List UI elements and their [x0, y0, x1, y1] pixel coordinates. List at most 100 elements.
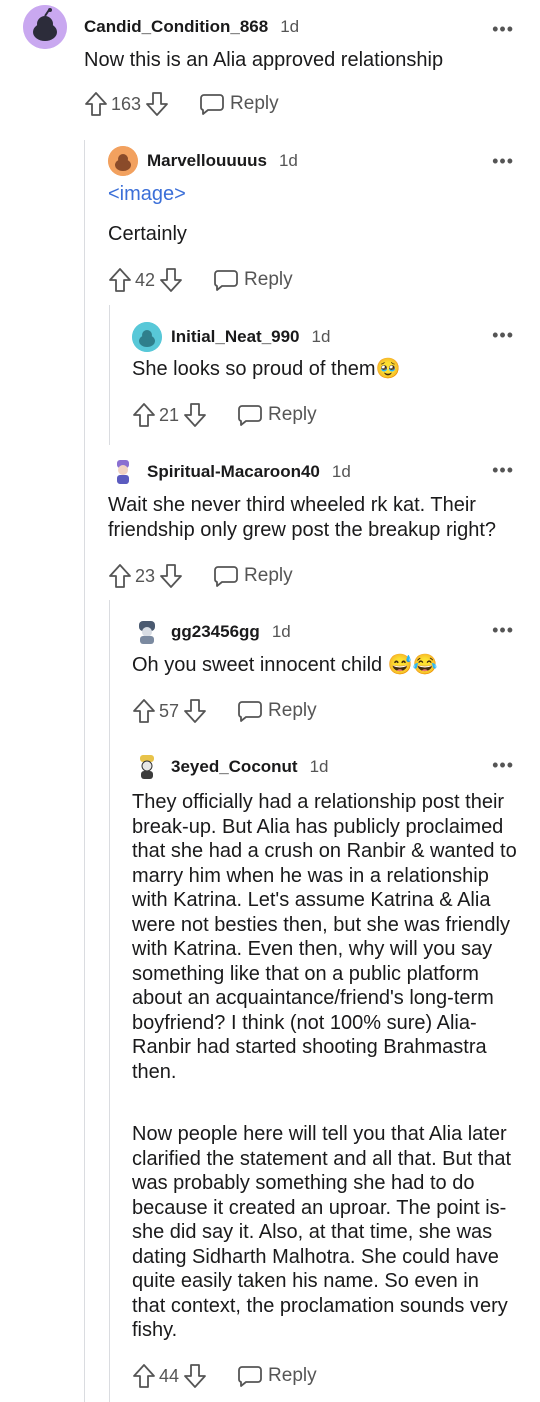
reply-bubble-icon	[238, 701, 262, 722]
avatar[interactable]	[23, 5, 67, 49]
reply-button[interactable]: Reply	[199, 92, 279, 116]
downvote-button[interactable]	[159, 563, 183, 589]
comment-header: Candid_Condition_868 1d	[23, 5, 300, 49]
timestamp: 1d	[311, 327, 331, 346]
avatar[interactable]	[132, 752, 162, 782]
reply-bubble-icon	[238, 1366, 262, 1387]
thread-line	[109, 305, 110, 445]
username[interactable]: Initial_Neat_990	[171, 327, 300, 347]
username[interactable]: Candid_Condition_868	[84, 17, 268, 37]
image-link[interactable]: <image>	[108, 183, 186, 206]
username[interactable]: Spiritual-Macaroon40	[147, 462, 320, 482]
comment-actions: 57 Reply	[132, 696, 317, 726]
avatar[interactable]	[132, 322, 162, 352]
downvote-arrow-icon	[160, 268, 182, 292]
vote-count: 57	[159, 700, 180, 721]
comment-text: She looks so proud of them🥹	[132, 358, 401, 380]
downvote-button[interactable]	[183, 402, 207, 428]
downvote-button[interactable]	[183, 1363, 207, 1389]
avatar[interactable]	[108, 146, 138, 176]
reply-bubble-icon	[214, 566, 238, 587]
avatar[interactable]	[108, 457, 138, 487]
reply-label: Reply	[268, 404, 317, 425]
upvote-arrow-icon	[133, 699, 155, 723]
downvote-arrow-icon	[184, 403, 206, 427]
comment-text: Wait she never third wheeled rk kat. The…	[108, 494, 497, 541]
upvote-button[interactable]	[132, 1363, 156, 1389]
reply-button[interactable]: Reply	[237, 699, 317, 723]
comment-header: gg23456gg 1d	[132, 617, 291, 647]
more-options-icon[interactable]: •••	[492, 621, 514, 639]
downvote-button[interactable]	[159, 267, 183, 293]
reply-button[interactable]: Reply	[213, 564, 293, 588]
upvote-arrow-icon	[133, 403, 155, 427]
upvote-arrow-icon	[85, 92, 107, 116]
downvote-arrow-icon	[184, 1364, 206, 1388]
snoo-avatar-icon	[132, 322, 162, 352]
upvote-button[interactable]	[132, 402, 156, 428]
upvote-arrow-icon	[109, 268, 131, 292]
comment-paragraph: Now people here will tell you that Alia …	[132, 1123, 512, 1341]
comment-text: Certainly	[108, 223, 187, 245]
username[interactable]: Marvellouuuus	[147, 151, 267, 171]
timestamp: 1d	[309, 757, 329, 776]
vote-count: 163	[111, 93, 142, 114]
upvote-button[interactable]	[108, 563, 132, 589]
timestamp: 1d	[278, 151, 298, 170]
downvote-arrow-icon	[184, 699, 206, 723]
more-options-icon[interactable]: •••	[492, 756, 514, 774]
custom-avatar-icon	[117, 460, 129, 484]
timestamp: 1d	[331, 462, 351, 481]
comment-actions: 42 Reply	[108, 265, 293, 295]
reply-label: Reply	[268, 700, 317, 721]
upvote-arrow-icon	[109, 564, 131, 588]
comment-actions: 21 Reply	[132, 400, 317, 430]
thread-line	[109, 600, 110, 1402]
downvote-arrow-icon	[160, 564, 182, 588]
reply-button[interactable]: Reply	[237, 403, 317, 427]
avatar[interactable]	[132, 617, 162, 647]
timestamp: 1d	[271, 622, 291, 641]
vote-count: 23	[135, 565, 156, 586]
downvote-button[interactable]	[145, 91, 169, 117]
comment-actions: 163 Reply	[84, 89, 279, 119]
username[interactable]: 3eyed_Coconut	[171, 757, 298, 777]
reply-bubble-icon	[238, 405, 262, 426]
comment-actions: 23 Reply	[108, 561, 293, 591]
snoo-avatar-icon	[23, 5, 67, 49]
vote-count: 21	[159, 404, 180, 425]
custom-avatar-icon	[140, 755, 154, 779]
reply-button[interactable]: Reply	[237, 1364, 317, 1388]
downvote-button[interactable]	[183, 698, 207, 724]
upvote-button[interactable]	[108, 267, 132, 293]
comment-text: Oh you sweet innocent child 😅😂	[132, 654, 438, 676]
vote-count: 42	[135, 269, 156, 290]
username[interactable]: gg23456gg	[171, 622, 260, 642]
more-options-icon[interactable]: •••	[492, 326, 514, 344]
comment-header: Initial_Neat_990 1d	[132, 322, 330, 352]
comment-header: Marvellouuuus 1d	[108, 146, 298, 176]
comment-header: 3eyed_Coconut 1d	[132, 752, 329, 782]
reply-label: Reply	[244, 565, 293, 586]
upvote-button[interactable]	[84, 91, 108, 117]
timestamp: 1d	[280, 17, 300, 36]
snoo-avatar-icon	[108, 146, 138, 176]
more-options-icon[interactable]: •••	[492, 152, 514, 170]
reply-label: Reply	[230, 93, 279, 114]
upvote-arrow-icon	[133, 1364, 155, 1388]
vote-count: 44	[159, 1365, 180, 1386]
upvote-button[interactable]	[132, 698, 156, 724]
downvote-arrow-icon	[146, 92, 168, 116]
more-options-icon[interactable]: •••	[492, 20, 514, 38]
reply-label: Reply	[244, 269, 293, 290]
comment-paragraph: They officially had a relationship post …	[132, 791, 517, 1083]
more-options-icon[interactable]: •••	[492, 461, 514, 479]
thread-line	[84, 140, 85, 1402]
reply-button[interactable]: Reply	[213, 268, 293, 292]
reply-label: Reply	[268, 1365, 317, 1386]
custom-avatar-icon	[139, 621, 155, 644]
comment-text: Now this is an Alia approved relationshi…	[84, 49, 444, 71]
comment-header: Spiritual-Macaroon40 1d	[108, 457, 351, 487]
reply-bubble-icon	[200, 94, 224, 115]
comment-actions: 44 Reply	[132, 1361, 317, 1391]
